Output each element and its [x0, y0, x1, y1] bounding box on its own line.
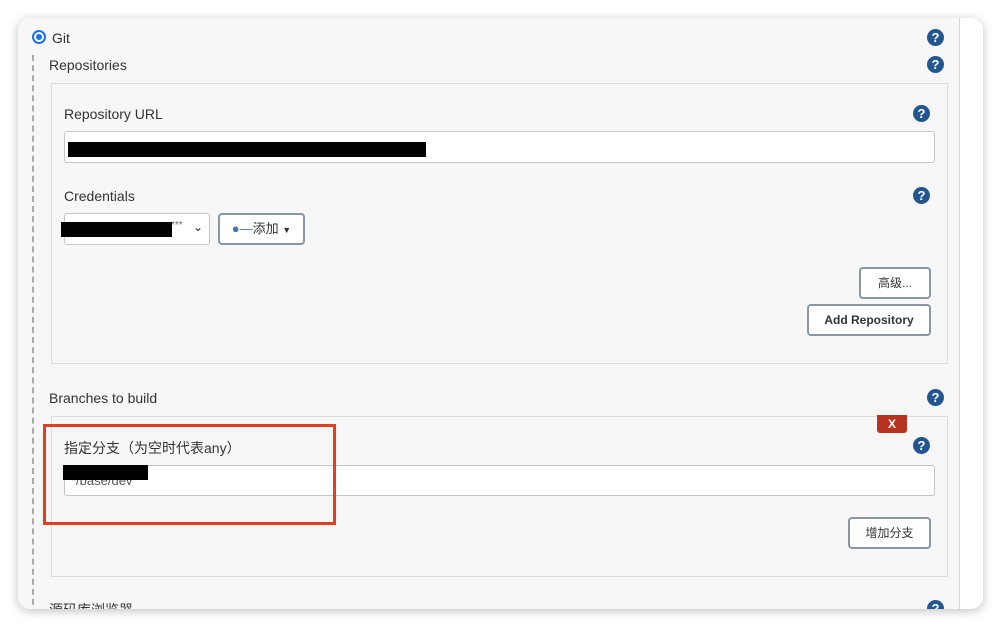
- delete-branch-button[interactable]: X: [877, 415, 907, 433]
- help-icon[interactable]: ?: [913, 437, 930, 454]
- section-divider: [32, 55, 34, 609]
- help-icon[interactable]: ?: [913, 187, 930, 204]
- help-icon[interactable]: ?: [927, 56, 944, 73]
- window: Git ? Repositories ? Repository URL ? Cr…: [18, 18, 983, 609]
- git-radio[interactable]: [32, 30, 46, 44]
- repository-url-label: Repository URL: [64, 106, 163, 122]
- credentials-label: Credentials: [64, 188, 135, 204]
- repository-browser-label: 源码库浏览器: [49, 600, 133, 609]
- caret-down-icon: ▼: [282, 225, 292, 235]
- scm-config-panel: Git ? Repositories ? Repository URL ? Cr…: [18, 18, 960, 609]
- help-icon[interactable]: ?: [927, 29, 944, 46]
- key-icon: ●—: [231, 221, 253, 236]
- credentials-value: ***: [171, 220, 183, 231]
- branches-label: Branches to build: [49, 390, 158, 406]
- help-icon[interactable]: ?: [927, 600, 944, 609]
- add-branch-button[interactable]: 增加分支: [848, 517, 931, 549]
- repositories-label: Repositories: [49, 57, 127, 73]
- repository-box: Repository URL ? Credentials ? *** ⌄ ●—添…: [51, 83, 948, 364]
- highlight-box: [43, 424, 336, 525]
- help-icon[interactable]: ?: [913, 105, 930, 122]
- redacted-credential: [61, 222, 172, 237]
- advanced-button[interactable]: 高级...: [859, 267, 931, 299]
- help-icon[interactable]: ?: [927, 389, 944, 406]
- repository-url-input[interactable]: [64, 131, 935, 163]
- chevron-down-icon: ⌄: [193, 220, 204, 234]
- redacted-url: [68, 142, 426, 157]
- git-label: Git: [52, 30, 70, 46]
- add-credentials-button[interactable]: ●—添加 ▼: [218, 213, 305, 245]
- add-repository-button[interactable]: Add Repository: [807, 304, 931, 336]
